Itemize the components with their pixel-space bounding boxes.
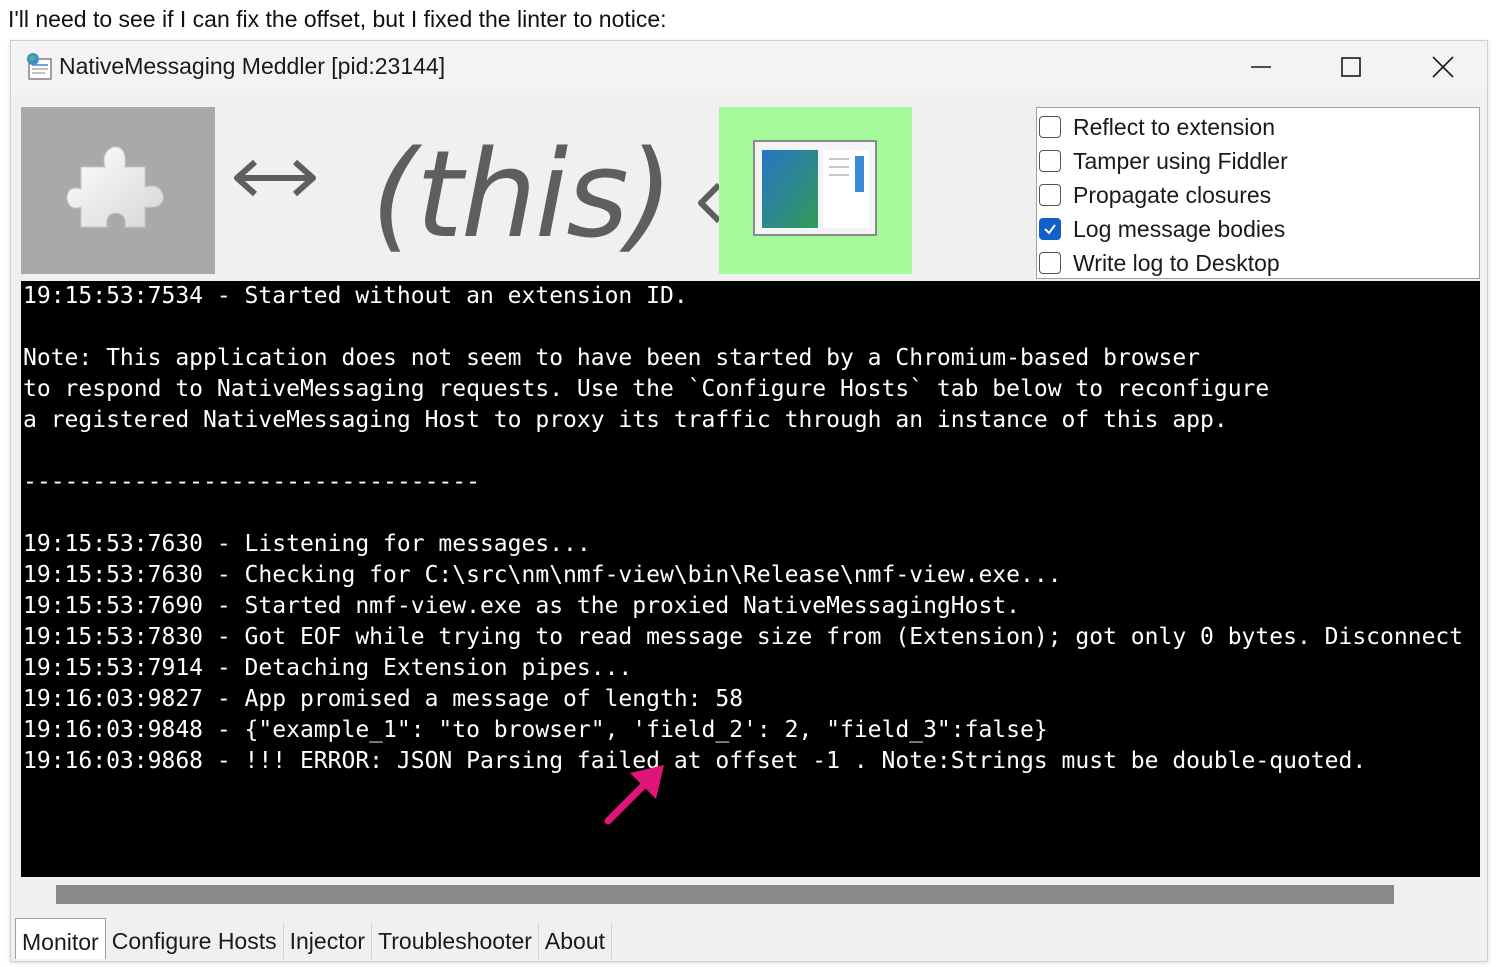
log-text: 19:15:53:7534 - Started without an exten… [23,281,1463,777]
arrow-head-icon [698,182,721,224]
minimize-icon [1251,66,1271,68]
extension-image [21,107,215,274]
option-propagate-closures[interactable]: Propagate closures [1039,179,1271,211]
tab-configure-hosts[interactable]: Configure Hosts [105,923,284,959]
maximize-icon [1341,57,1361,77]
horizontal-scrollbar[interactable] [21,877,1480,911]
this-label: (this) [371,126,674,265]
option-tamper-using-fiddler[interactable]: Tamper using Fiddler [1039,145,1288,177]
log-line: Note: This application does not seem to … [23,345,1201,371]
option-label: Propagate closures [1073,181,1272,208]
checkbox[interactable] [1039,116,1061,138]
log-line: 19:15:53:7630 - Listening for messages..… [23,531,591,557]
tab-strip: Monitor Configure Hosts Injector Trouble… [15,918,613,959]
options-panel: Reflect to extension Tamper using Fiddle… [1036,107,1480,279]
log-console[interactable]: 19:15:53:7534 - Started without an exten… [21,281,1480,877]
bidirectional-arrow-icon [234,159,316,197]
checkbox[interactable] [1039,252,1061,274]
close-icon [1432,56,1454,78]
log-line: 19:15:53:7690 - Started nmf-view.exe as … [23,593,1020,619]
option-log-message-bodies[interactable]: Log message bodies [1039,213,1285,245]
puzzle-piece-icon [66,146,164,228]
tab-about[interactable]: About [538,923,613,959]
window-title: NativeMessaging Meddler [pid:23144] [59,53,446,79]
tab-troubleshooter[interactable]: Troubleshooter [372,923,539,959]
log-line: 19:15:53:7914 - Detaching Extension pipe… [23,655,633,681]
title-bar[interactable]: NativeMessaging Meddler [pid:23144] [11,41,1487,95]
log-line: 19:15:53:7630 - Checking for C:\src\nm\n… [23,562,1062,588]
tab-monitor[interactable]: Monitor [15,918,106,959]
option-label: Write log to Desktop [1073,249,1280,276]
close-button[interactable] [1397,41,1489,93]
log-line: --------------------------------- [23,469,480,495]
log-line: 19:15:53:7534 - Started without an exten… [23,283,688,309]
caption-text: I'll need to see if I can fix the offset… [8,6,667,32]
log-line: 19:16:03:9868 - !!! ERROR: JSON Parsing … [23,748,1367,774]
checkbox[interactable] [1039,218,1061,240]
app-icon [27,53,52,80]
option-label: Tamper using Fiddler [1073,147,1288,174]
tab-injector[interactable]: Injector [283,923,373,959]
browser-image [719,107,912,274]
annotation-arrow-icon [604,765,664,825]
maximize-button[interactable] [1305,41,1397,93]
log-line: a registered NativeMessaging Host to pro… [23,407,1228,433]
app-window: NativeMessaging Meddler [pid:23144] (thi… [10,40,1488,962]
log-line: 19:16:03:9848 - {"example_1": "to browse… [23,717,1048,743]
checkbox[interactable] [1039,184,1061,206]
option-label: Reflect to extension [1073,113,1276,140]
scrollbar-thumb[interactable] [56,885,1394,904]
log-line: to respond to NativeMessaging requests. … [23,376,1270,402]
minimize-button[interactable] [1215,41,1307,93]
log-line: 19:15:53:7830 - Got EOF while trying to … [23,624,1464,650]
checkmark-icon [1044,224,1056,235]
browser-window-icon [753,140,877,236]
log-line: 19:16:03:9827 - App promised a message o… [23,686,744,712]
option-write-log-to-desktop[interactable]: Write log to Desktop [1039,247,1280,279]
header-panel: (this) Reflect to extension Tamper using… [21,106,1481,281]
checkbox[interactable] [1039,150,1061,172]
option-reflect-to-extension[interactable]: Reflect to extension [1039,111,1275,143]
option-label: Log message bodies [1073,215,1286,242]
